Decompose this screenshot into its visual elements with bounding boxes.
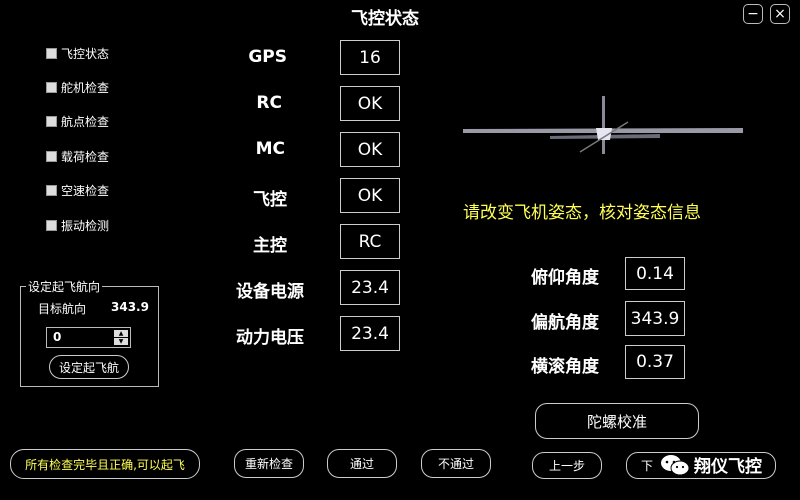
yaw-value: 343.9 xyxy=(625,301,685,336)
status-label-gps: GPS xyxy=(248,47,287,67)
status-label-power-voltage: 动力电压 xyxy=(236,328,304,348)
window-title: 飞控状态 xyxy=(351,9,419,29)
check-label: 飞控状态 xyxy=(61,47,110,61)
checkbox-icon xyxy=(46,151,57,162)
status-value-gps: 16 xyxy=(340,40,400,75)
spin-up-icon[interactable]: ▲ xyxy=(114,330,128,337)
minimize-icon: − xyxy=(747,6,759,22)
check-label: 载荷检查 xyxy=(61,150,110,164)
yaw-label: 偏航角度 xyxy=(531,313,599,333)
check-waypoint[interactable]: 航点检查 xyxy=(46,113,109,130)
status-label-main-control: 主控 xyxy=(253,236,287,256)
watermark: 翔仪飞控 xyxy=(660,452,762,477)
check-fc-status[interactable]: 飞控状态 xyxy=(46,45,109,62)
check-label: 空速检查 xyxy=(61,184,110,198)
check-vibration[interactable]: 振动检测 xyxy=(46,217,109,234)
heading-spinbox[interactable]: 0 ▲ ▼ xyxy=(46,327,131,348)
check-complete-notice: 所有检查完毕且正确,可以起飞 xyxy=(10,449,200,479)
check-label: 航点检查 xyxy=(61,115,110,129)
pass-button[interactable]: 通过 xyxy=(327,449,397,478)
status-value-rc: OK xyxy=(340,86,400,121)
spin-down-icon[interactable]: ▼ xyxy=(114,338,128,345)
aircraft-model-view xyxy=(463,96,743,154)
pitch-label: 俯仰角度 xyxy=(531,268,599,288)
heading-spinbox-value: 0 xyxy=(53,330,62,344)
minimize-button[interactable]: − xyxy=(743,4,763,24)
gyro-calibrate-button[interactable]: 陀螺校准 xyxy=(535,403,699,439)
checkbox-icon xyxy=(46,116,57,127)
aircraft-fin xyxy=(602,96,605,154)
status-value-mc: OK xyxy=(340,132,400,167)
check-servo[interactable]: 舵机检查 xyxy=(46,79,109,96)
check-airspeed[interactable]: 空速检查 xyxy=(46,182,109,199)
check-label: 舵机检查 xyxy=(61,81,110,95)
wechat-icon xyxy=(661,454,690,475)
pitch-value: 0.14 xyxy=(625,257,685,290)
status-label-rc: RC xyxy=(256,93,282,113)
target-heading-value: 343.9 xyxy=(111,300,149,314)
roll-label: 横滚角度 xyxy=(531,357,599,377)
takeoff-heading-title: 设定起飞航向 xyxy=(26,278,103,295)
spinbox-arrows[interactable]: ▲ ▼ xyxy=(114,330,128,345)
prev-step-button[interactable]: 上一步 xyxy=(532,452,602,479)
check-payload[interactable]: 载荷检查 xyxy=(46,148,109,165)
checkbox-icon xyxy=(46,82,57,93)
check-label: 振动检测 xyxy=(61,219,110,233)
status-value-main-control: RC xyxy=(340,224,400,259)
recheck-button[interactable]: 重新检查 xyxy=(234,449,304,478)
attitude-hint: 请改变飞机姿态，核对姿态信息 xyxy=(463,203,701,223)
fail-button[interactable]: 不通过 xyxy=(421,449,491,478)
checkbox-icon xyxy=(46,185,57,196)
status-value-power-voltage: 23.4 xyxy=(340,316,400,351)
status-label-mc: MC xyxy=(255,139,285,159)
close-icon: × xyxy=(774,6,786,22)
checkbox-icon xyxy=(46,220,57,231)
checkbox-icon xyxy=(46,48,57,59)
status-label-device-power: 设备电源 xyxy=(236,282,304,302)
status-label-fc: 飞控 xyxy=(253,190,287,210)
status-value-device-power: 23.4 xyxy=(340,270,400,305)
close-button[interactable]: × xyxy=(770,4,790,24)
status-value-fc: OK xyxy=(340,178,400,213)
set-takeoff-heading-button[interactable]: 设定起飞航 xyxy=(49,355,129,379)
target-heading-label: 目标航向 xyxy=(38,302,87,316)
watermark-text: 翔仪飞控 xyxy=(694,457,762,477)
roll-value: 0.37 xyxy=(625,345,685,379)
